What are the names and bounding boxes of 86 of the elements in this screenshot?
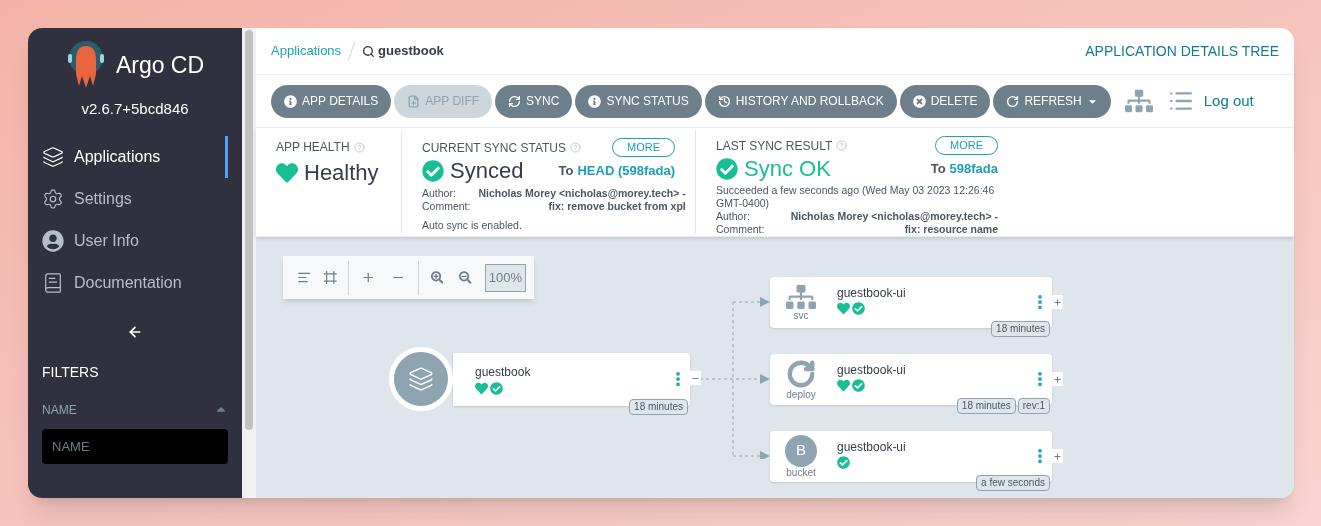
zoom-out-icon[interactable] <box>459 271 472 284</box>
help-icon <box>570 142 581 153</box>
author-value: Nicholas Morey <nicholas@morey.tech> - <box>478 187 686 200</box>
expand-button[interactable] <box>1052 295 1063 309</box>
version-label: v2.6.7+5bcd846 <box>80 99 190 119</box>
node-title: guestbook-ui <box>837 440 906 455</box>
node-title: guestbook-ui <box>837 286 906 301</box>
align-icon[interactable] <box>297 270 312 285</box>
age-badge: a few seconds <box>976 475 1050 491</box>
tree-view-icon[interactable] <box>1124 89 1153 113</box>
check-icon <box>716 158 738 180</box>
zoom-level[interactable]: 100% <box>484 263 527 292</box>
breadcrumb-current: guestbook <box>378 42 444 61</box>
fit-icon[interactable] <box>323 270 338 285</box>
expand-button[interactable] <box>1052 372 1063 386</box>
layers-icon <box>42 145 64 168</box>
target-label: To <box>558 162 574 181</box>
help-icon <box>353 141 365 153</box>
info-icon <box>284 94 297 108</box>
age-badge: rev:1 <box>1017 398 1050 414</box>
zoom-in-icon[interactable] <box>430 271 444 284</box>
info-icon <box>588 94 602 108</box>
age-badge: 18 minutes <box>629 399 688 415</box>
author-label: Author: <box>422 187 457 200</box>
filters-heading: FILTERS <box>42 362 100 382</box>
toolbar-button[interactable]: SYNC STATUS <box>575 84 702 118</box>
nav-item[interactable]: User Info <box>28 219 228 262</box>
sync-icon <box>508 94 522 108</box>
check-icon <box>422 160 444 182</box>
toolbar-button[interactable]: APP DETAILS <box>271 84 392 118</box>
sync-message: Succeeded a few seconds ago (Wed May 03 2023 12:26:46 GMT-0400) <box>716 184 996 210</box>
auto-sync-note: Auto sync is enabled. <box>422 218 523 233</box>
comment-label: Comment: <box>716 223 765 236</box>
network-icon <box>786 283 816 310</box>
help-icon <box>836 140 848 151</box>
toolbar-button[interactable]: SYNC <box>495 84 573 118</box>
revision-link[interactable]: 598fada <box>949 159 998 179</box>
age-badge: 18 minutes <box>991 321 1050 337</box>
panel-title: LAST SYNC RESULT <box>716 137 833 155</box>
node-title: guestbook <box>475 364 531 381</box>
scrollbar[interactable] <box>242 28 256 498</box>
filter-label: NAME <box>42 401 77 419</box>
age-badge: 18 minutes <box>956 398 1016 414</box>
plus-icon[interactable] <box>360 270 376 285</box>
comment-value: fix: resource name <box>903 223 998 236</box>
name-filter-field[interactable]: NAME <box>42 428 228 464</box>
heart-icon <box>276 161 298 184</box>
app-name: Argo CD <box>115 50 205 80</box>
book-icon <box>42 271 64 294</box>
revision-link[interactable]: HEAD (598fada) <box>577 161 675 181</box>
logout-link[interactable]: Log out <box>1203 89 1254 113</box>
health-status: Healthy <box>304 159 379 187</box>
author-label: Author: <box>716 210 751 223</box>
logo-icon <box>65 40 106 90</box>
collapse-button[interactable] <box>690 371 701 385</box>
file-plus-icon <box>407 94 421 108</box>
toolbar-button[interactable]: DELETE <box>899 84 991 118</box>
toolbar-button[interactable]: REFRESH <box>993 84 1111 118</box>
target-label: To <box>930 160 946 179</box>
expand-button[interactable] <box>1052 449 1063 463</box>
resource-kind: svc <box>793 309 809 322</box>
search-icon <box>362 44 376 58</box>
toolbar-button[interactable]: HISTORY AND ROLLBACK <box>704 84 897 118</box>
resource-kind: bucket <box>786 466 816 479</box>
refresh-icon <box>1006 94 1020 108</box>
author-value: Nicholas Morey <nicholas@morey.tech> - <box>789 210 998 223</box>
plus-icon <box>1053 374 1062 384</box>
close-icon <box>912 94 926 108</box>
plus-icon <box>1053 297 1062 307</box>
nav-item[interactable]: Settings <box>28 177 228 220</box>
user-icon <box>42 229 64 252</box>
view-title: APPLICATION DETAILS TREE <box>1085 41 1279 61</box>
breadcrumb-link[interactable]: Applications <box>271 41 342 61</box>
node-title: guestbook-ui <box>837 363 906 378</box>
history-icon <box>717 94 731 108</box>
nav-item[interactable]: Applications <box>28 135 228 178</box>
comment-value: fix: remove bucket from xpl <box>547 200 686 213</box>
comment-label: Comment: <box>422 200 471 213</box>
panel-title: CURRENT SYNC STATUS <box>422 139 566 157</box>
panel-title: APP HEALTH <box>276 139 350 156</box>
settings-icon <box>42 187 64 210</box>
plus-icon <box>1053 451 1062 461</box>
sync-status: Synced <box>450 158 524 184</box>
nav-item[interactable]: Documentation <box>28 261 228 304</box>
resource-kind: deploy <box>786 388 816 401</box>
sync-status: Sync OK <box>744 156 831 182</box>
